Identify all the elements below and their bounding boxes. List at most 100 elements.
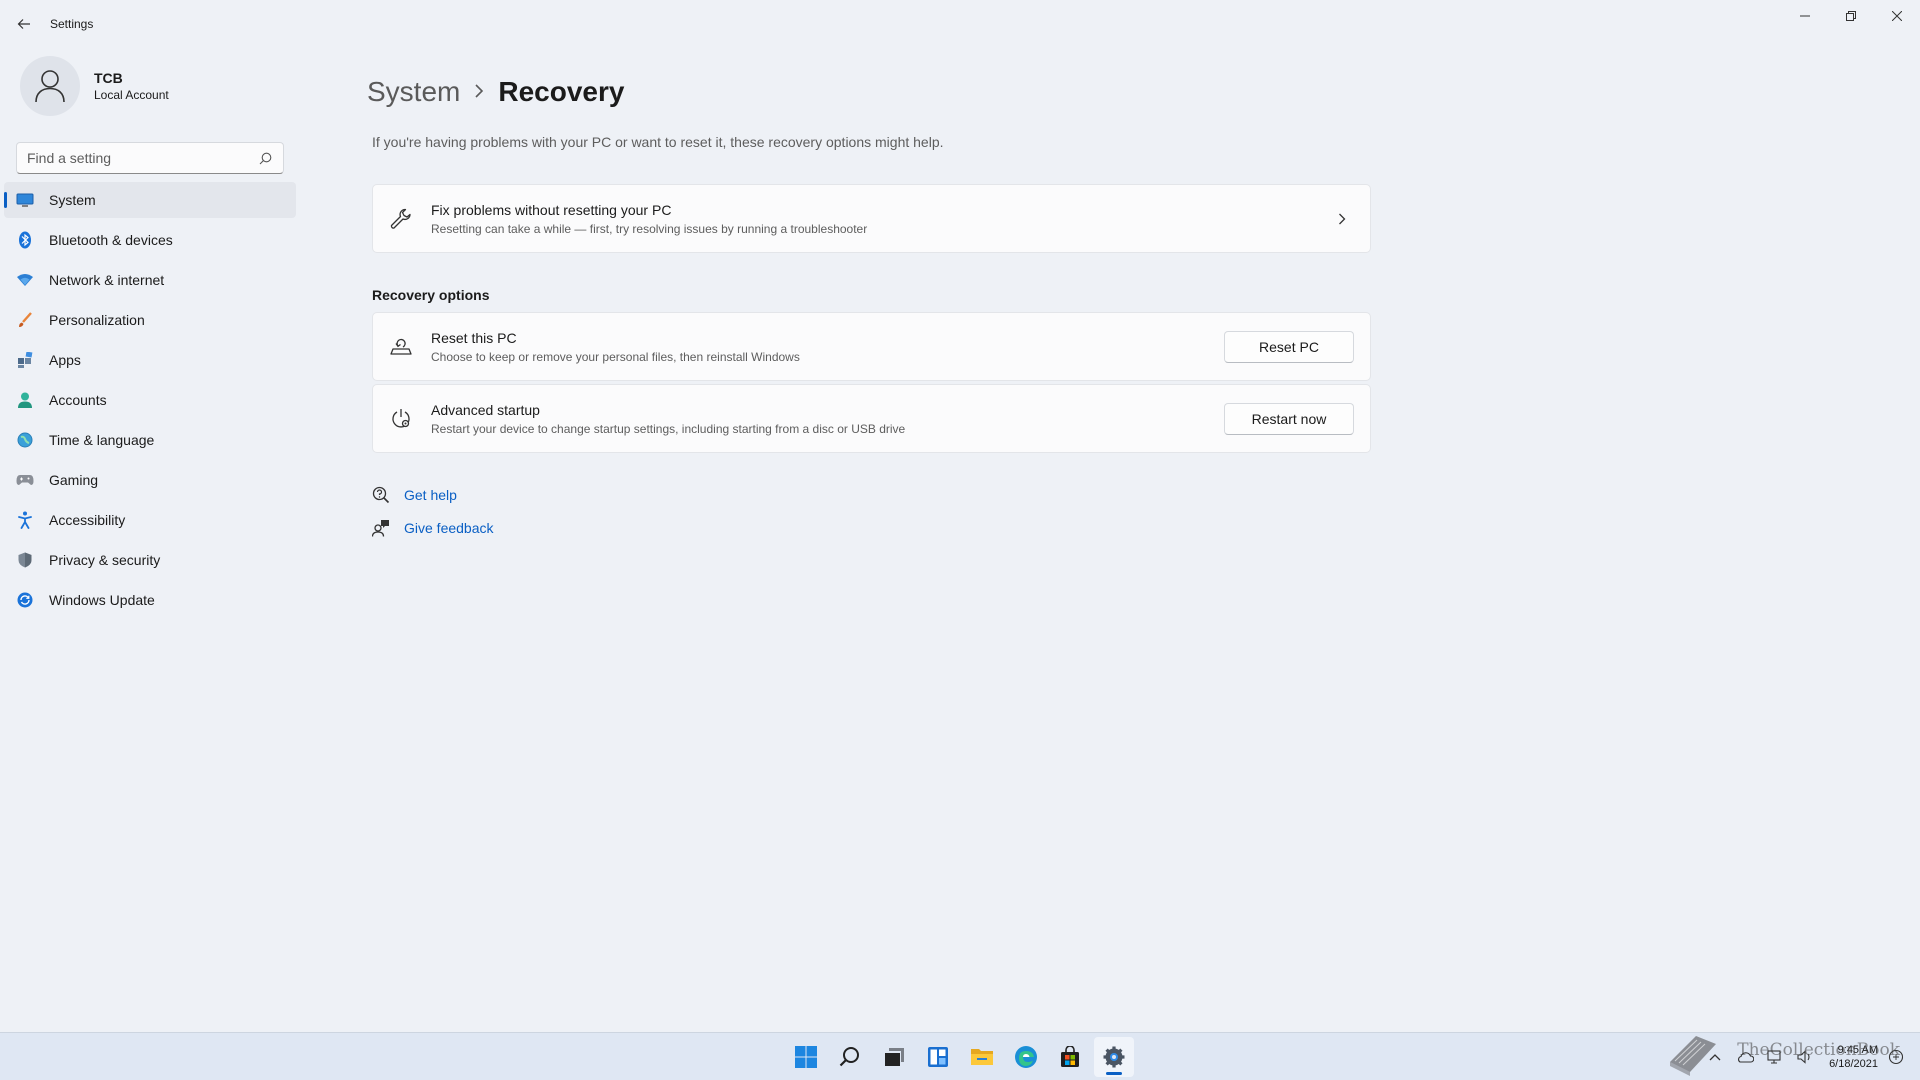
sidebar-item-windows-update[interactable]: Windows Update [4, 582, 296, 618]
store-button[interactable] [1050, 1037, 1090, 1077]
give-feedback-label: Give feedback [404, 520, 494, 536]
book-logo-icon [1670, 1036, 1716, 1076]
sidebar-item-personalization[interactable]: Personalization [4, 302, 296, 338]
section-title: Recovery options [372, 287, 490, 303]
close-icon [1892, 11, 1902, 21]
edge-button[interactable] [1006, 1037, 1046, 1077]
edge-icon [1015, 1046, 1037, 1068]
taskbar-search-button[interactable] [830, 1037, 870, 1077]
back-arrow-icon [17, 19, 30, 29]
system-icon [16, 191, 34, 209]
title-bar: Settings [0, 0, 1920, 48]
watermark-text: TheCollectionBook [1737, 1040, 1900, 1060]
sidebar-item-network[interactable]: Network & internet [4, 262, 296, 298]
sidebar-item-label: Network & internet [49, 272, 165, 288]
person-icon [35, 70, 65, 103]
time-language-icon [16, 431, 34, 449]
accessibility-icon [16, 511, 34, 529]
app-title: Settings [50, 17, 94, 31]
widgets-icon [928, 1047, 948, 1067]
search-icon [839, 1047, 859, 1067]
accounts-icon [16, 391, 34, 409]
start-button[interactable] [786, 1037, 826, 1077]
page-title: Recovery [498, 76, 625, 107]
sidebar-item-label: Privacy & security [49, 552, 161, 568]
get-help-link[interactable]: Get help [372, 486, 457, 504]
window-controls [1782, 0, 1920, 32]
chevron-right-icon [1332, 209, 1352, 229]
sidebar-item-label: Personalization [49, 312, 145, 328]
give-feedback-icon [372, 519, 390, 537]
chevron-right-icon [474, 81, 484, 104]
close-button[interactable] [1874, 0, 1920, 32]
network-icon [16, 271, 34, 289]
search-input[interactable] [27, 150, 257, 166]
get-help-icon [372, 486, 390, 504]
sidebar-item-label: Gaming [49, 472, 99, 488]
taskbar: 9:45 AM 6/18/2021 [0, 1032, 1920, 1080]
sidebar-item-system[interactable]: System [4, 182, 296, 218]
sidebar-item-label: System [49, 192, 96, 208]
user-profile[interactable]: TCB Local Account [20, 56, 169, 116]
sidebar-item-bluetooth[interactable]: Bluetooth & devices [4, 222, 296, 258]
restore-button[interactable] [1828, 0, 1874, 32]
store-icon [1061, 1046, 1079, 1067]
file-explorer-icon [971, 1049, 993, 1065]
sidebar-item-apps[interactable]: Apps [4, 342, 296, 378]
reset-pc-button[interactable]: Reset PC [1224, 330, 1354, 363]
sidebar-item-label: Windows Update [49, 592, 155, 608]
advanced-startup-card: Advanced startup Restart your device to … [372, 384, 1371, 453]
reset-pc-icon [390, 336, 412, 358]
settings-icon [1103, 1046, 1125, 1068]
sidebar-item-accounts[interactable]: Accounts [4, 382, 296, 418]
advanced-startup-subtitle: Restart your device to change startup se… [431, 421, 906, 436]
sidebar-item-accessibility[interactable]: Accessibility [4, 502, 296, 538]
bluetooth-icon [16, 231, 34, 249]
sidebar-item-time-language[interactable]: Time & language [4, 422, 296, 458]
search-box[interactable] [16, 142, 284, 174]
search-icon [257, 150, 273, 166]
fix-problems-subtitle: Resetting can take a while — first, try … [431, 221, 868, 236]
get-help-label: Get help [404, 487, 457, 503]
back-button[interactable] [10, 10, 38, 38]
profile-account-type: Local Account [94, 88, 169, 102]
apps-icon [16, 351, 34, 369]
sidebar-nav: System Bluetooth & devices Network & int… [4, 182, 296, 622]
start-icon [795, 1046, 817, 1068]
settings-app-button[interactable] [1094, 1037, 1134, 1077]
taskbar-apps [786, 1037, 1138, 1077]
sidebar-item-label: Apps [49, 352, 81, 368]
advanced-startup-title: Advanced startup [431, 401, 540, 418]
personalization-icon [16, 311, 34, 329]
minimize-icon [1800, 15, 1810, 17]
sidebar-item-label: Accounts [49, 392, 107, 408]
sidebar-item-label: Bluetooth & devices [49, 232, 173, 248]
windows-update-icon [16, 591, 34, 609]
give-feedback-link[interactable]: Give feedback [372, 519, 494, 537]
reset-pc-subtitle: Choose to keep or remove your personal f… [431, 349, 800, 364]
profile-name: TCB [94, 70, 123, 86]
fix-problems-card[interactable]: Fix problems without resetting your PC R… [372, 184, 1371, 253]
minimize-button[interactable] [1782, 0, 1828, 32]
sidebar-item-privacy[interactable]: Privacy & security [4, 542, 296, 578]
breadcrumb-parent[interactable]: System [367, 76, 460, 108]
sidebar-item-gaming[interactable]: Gaming [4, 462, 296, 498]
restart-now-button[interactable]: Restart now [1224, 402, 1354, 435]
task-view-icon [885, 1048, 904, 1066]
task-view-button[interactable] [874, 1037, 914, 1077]
wrench-icon [390, 208, 412, 230]
reset-pc-card: Reset this PC Choose to keep or remove y… [372, 312, 1371, 381]
widgets-button[interactable] [918, 1037, 958, 1077]
breadcrumb: System Recovery [367, 76, 624, 108]
sidebar-item-label: Accessibility [49, 512, 126, 528]
privacy-icon [16, 551, 34, 569]
restore-icon [1846, 11, 1856, 21]
page-description: If you're having problems with your PC o… [372, 134, 944, 150]
sidebar-item-label: Time & language [49, 432, 155, 448]
advanced-startup-icon [390, 408, 412, 430]
avatar [20, 56, 80, 116]
reset-pc-title: Reset this PC [431, 329, 517, 346]
fix-problems-title: Fix problems without resetting your PC [431, 201, 672, 218]
gaming-icon [16, 471, 34, 489]
file-explorer-button[interactable] [962, 1037, 1002, 1077]
